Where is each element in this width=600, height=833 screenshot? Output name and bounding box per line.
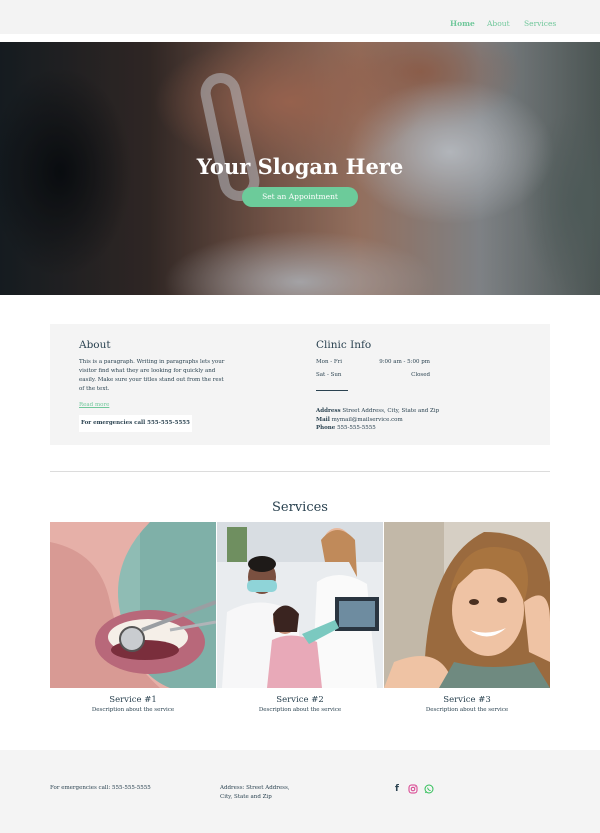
nav-item-home[interactable]: Home bbox=[450, 19, 475, 28]
hero-title: Your Slogan Here bbox=[196, 154, 404, 179]
hero-banner: Your Slogan Here Set an Appointment bbox=[0, 42, 600, 295]
address-value: Street Address, City, State and Zip bbox=[342, 408, 440, 414]
mail-value[interactable]: mymail@mailservice.com bbox=[332, 417, 403, 423]
contact-mail: Mail mymail@mailservice.com bbox=[316, 417, 403, 423]
contact-address: Address Street Address, City, State and … bbox=[316, 408, 439, 414]
phone-label: Phone bbox=[316, 425, 336, 431]
service-name: Service #3 bbox=[443, 695, 491, 705]
top-nav: Home About Services bbox=[0, 0, 600, 34]
service-image bbox=[50, 522, 216, 688]
footer: For emergencies call: 555-555-5555 Addre… bbox=[0, 750, 600, 833]
hours-days: Mon - Fri bbox=[316, 359, 343, 365]
instagram-icon[interactable] bbox=[408, 784, 418, 794]
section-divider bbox=[50, 471, 550, 472]
nav-item-about[interactable]: About bbox=[487, 19, 510, 28]
hours-time: 9:00 am - 5:00 pm bbox=[379, 359, 430, 365]
about-paragraph: This is a paragraph. Writing in paragrap… bbox=[79, 359, 225, 392]
service-name: Service #1 bbox=[109, 695, 157, 705]
address-label: Address bbox=[316, 408, 341, 414]
nav-item-services[interactable]: Services bbox=[524, 19, 556, 28]
hours-days: Sat - Sun bbox=[316, 372, 342, 378]
hours-time: Closed bbox=[411, 372, 430, 378]
service-image bbox=[384, 522, 550, 688]
facebook-icon[interactable]: f bbox=[392, 784, 402, 794]
phone-value: 555-555-5555 bbox=[337, 425, 376, 431]
service-name: Service #2 bbox=[276, 695, 324, 705]
whatsapp-icon[interactable] bbox=[424, 784, 434, 794]
footer-emergency: For emergencies call: 555-555-5555 bbox=[50, 785, 151, 791]
service-image bbox=[217, 522, 383, 688]
clinic-info-heading: Clinic Info bbox=[316, 339, 372, 351]
footer-address: Address: Street Address, City, State and… bbox=[220, 785, 290, 800]
service-description: Description about the service bbox=[258, 707, 342, 713]
appointment-button[interactable]: Set an Appointment bbox=[242, 187, 358, 207]
service-description: Description about the service bbox=[425, 707, 509, 713]
contact-phone: Phone 555-555-5555 bbox=[316, 425, 376, 431]
mail-label: Mail bbox=[316, 417, 330, 423]
read-more-link[interactable]: Read more bbox=[79, 402, 109, 408]
service-description: Description about the service bbox=[91, 707, 175, 713]
info-panel: About This is a paragraph. Writing in pa… bbox=[50, 324, 550, 445]
services-heading: Services bbox=[272, 500, 328, 515]
about-heading: About bbox=[79, 339, 111, 351]
divider bbox=[316, 390, 348, 391]
emergency-call-button[interactable]: For emergencies call 555-555-5555 bbox=[79, 415, 192, 432]
